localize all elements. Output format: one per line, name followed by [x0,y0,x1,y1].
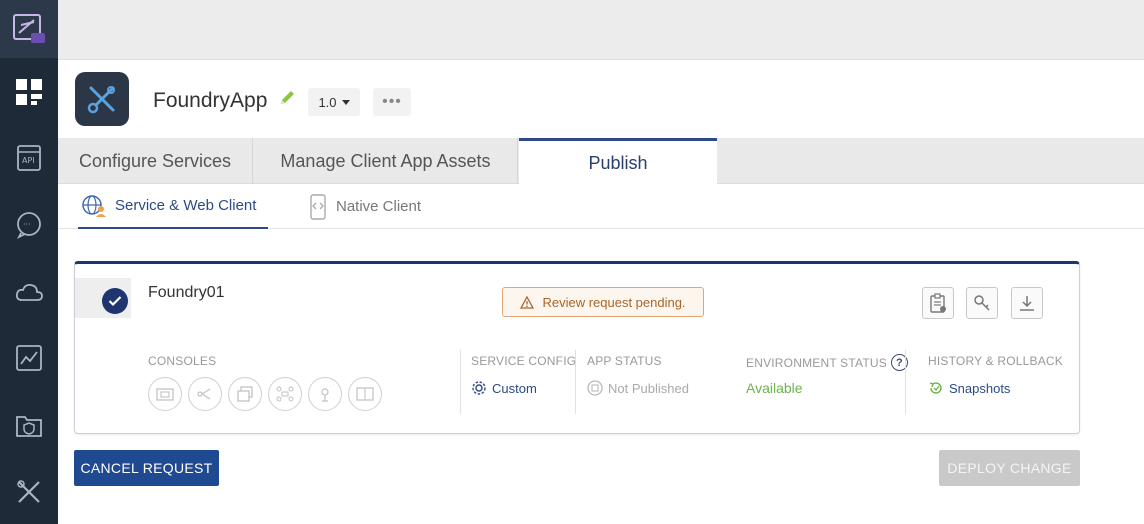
console-workflow-icon[interactable] [188,377,222,411]
subtab-label: Native Client [336,198,422,215]
warning-icon [520,295,535,309]
tab-publish[interactable]: Publish [519,138,717,185]
svg-text:API: API [22,156,35,165]
gear-icon [472,381,486,395]
column-divider [460,350,461,414]
history-rollback-label: HISTORY & ROLLBACK [928,354,1063,368]
sub-tabs: Service & Web Client Native Client [58,184,1144,229]
nav-api-icon[interactable]: API [0,136,58,180]
console-copy-icon[interactable] [228,377,262,411]
console-broadcast-icon[interactable] [308,377,342,411]
nav-cloud-icon[interactable] [0,270,58,314]
app-name: FoundryApp [153,89,268,112]
subtab-label: Service & Web Client [115,197,257,214]
globe-user-icon [82,194,106,217]
edit-pencil-icon[interactable] [278,89,296,112]
version-dropdown[interactable]: 1.0 [308,88,360,116]
clipboard-icon [930,293,946,313]
tab-manage-client-app-assets[interactable]: Manage Client App Assets [254,138,518,184]
pending-review-badge: Review request pending. [502,287,704,317]
environment-card: Foundry01 Review request pending. CONSOL [74,261,1080,434]
service-config-value[interactable]: Custom [471,380,537,396]
download-icon [1020,296,1034,311]
left-rail: API ··· [0,0,58,524]
mobile-code-icon [310,193,326,220]
console-network-icon[interactable] [268,377,302,411]
app-header: FoundryApp 1.0 ••• [58,60,1144,138]
console-icons [148,377,382,411]
app-tools-icon [75,72,129,126]
more-options-button[interactable]: ••• [373,88,411,116]
app-status-value: Not Published [587,380,689,396]
tab-configure-services[interactable]: Configure Services [58,138,253,184]
main-tabs: Configure Services Manage Client App Ass… [58,138,1144,185]
product-logo-icon[interactable] [0,0,58,58]
app-status-label: APP STATUS [587,354,662,368]
selected-check-icon[interactable] [102,288,128,314]
deploy-change-button[interactable]: DEPLOY CHANGE [939,450,1080,486]
snapshots-text: Snapshots [949,380,1011,396]
environment-status-label-text: ENVIRONMENT STATUS [746,355,887,370]
version-label: 1.0 [318,94,337,110]
environment-status-label: ENVIRONMENT STATUS ? [746,354,908,371]
download-button[interactable] [1011,287,1043,319]
column-divider [575,350,576,414]
svg-text:···: ··· [23,220,31,229]
nav-dashboard-icon[interactable] [0,70,58,114]
not-published-icon [587,380,603,396]
console-book-icon[interactable] [348,377,382,411]
subtab-service-web-client[interactable]: Service & Web Client [78,184,268,229]
service-config-text: Custom [492,380,537,396]
nav-chat-icon[interactable]: ··· [0,203,58,247]
console-admin-icon[interactable] [148,377,182,411]
clipboard-button[interactable] [922,287,954,319]
app-status-text: Not Published [608,380,689,396]
environment-status-value: Available [746,380,803,396]
column-divider [905,350,906,414]
nav-security-folder-icon[interactable] [0,403,58,447]
subtab-native-client[interactable]: Native Client [308,184,421,229]
service-config-label: SERVICE CONFIG [471,354,577,368]
nav-tools-icon[interactable] [0,470,58,514]
top-bar [58,0,1144,60]
consoles-label: CONSOLES [148,354,217,368]
chevron-down-icon [341,99,350,105]
key-icon [974,295,990,311]
cancel-request-button[interactable]: CANCEL REQUEST [74,450,219,486]
history-icon [929,382,942,394]
snapshots-link[interactable]: Snapshots [928,380,1010,396]
key-button[interactable] [966,287,998,319]
pending-message: Review request pending. [542,294,686,310]
environment-name: Foundry01 [148,284,225,301]
nav-analytics-icon[interactable] [0,336,58,380]
